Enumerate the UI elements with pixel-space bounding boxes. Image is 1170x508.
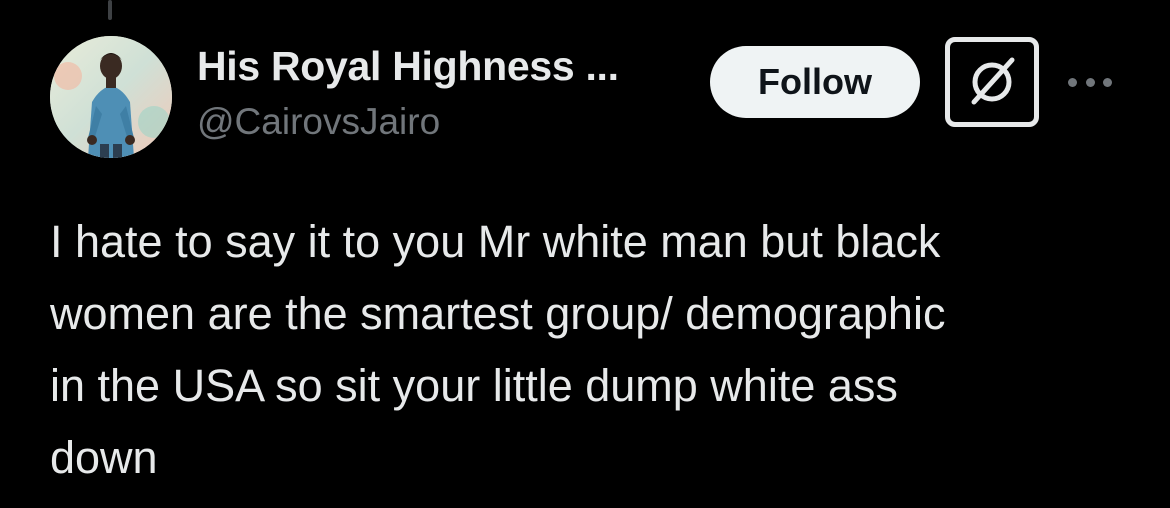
avatar-photo — [50, 36, 172, 158]
more-dots-icon — [1103, 77, 1112, 87]
thread-connector-line — [108, 0, 112, 20]
avatar[interactable] — [50, 36, 172, 158]
follow-button[interactable]: Follow — [710, 46, 920, 118]
more-dots-icon — [1068, 77, 1077, 87]
grok-slash-icon — [971, 57, 1015, 105]
grok-button[interactable] — [945, 37, 1039, 127]
tweet-card: His Royal Highness ... @CairovsJairo Fol… — [0, 0, 1170, 508]
author-display-name[interactable]: His Royal Highness ... — [197, 42, 619, 90]
author-handle[interactable]: @CairovsJairo — [197, 100, 619, 144]
more-options-button[interactable] — [1062, 62, 1118, 102]
author-names: His Royal Highness ... @CairovsJairo — [197, 42, 619, 144]
more-dots-icon — [1085, 77, 1095, 87]
tweet-text: I hate to say it to you Mr white man but… — [50, 216, 946, 483]
